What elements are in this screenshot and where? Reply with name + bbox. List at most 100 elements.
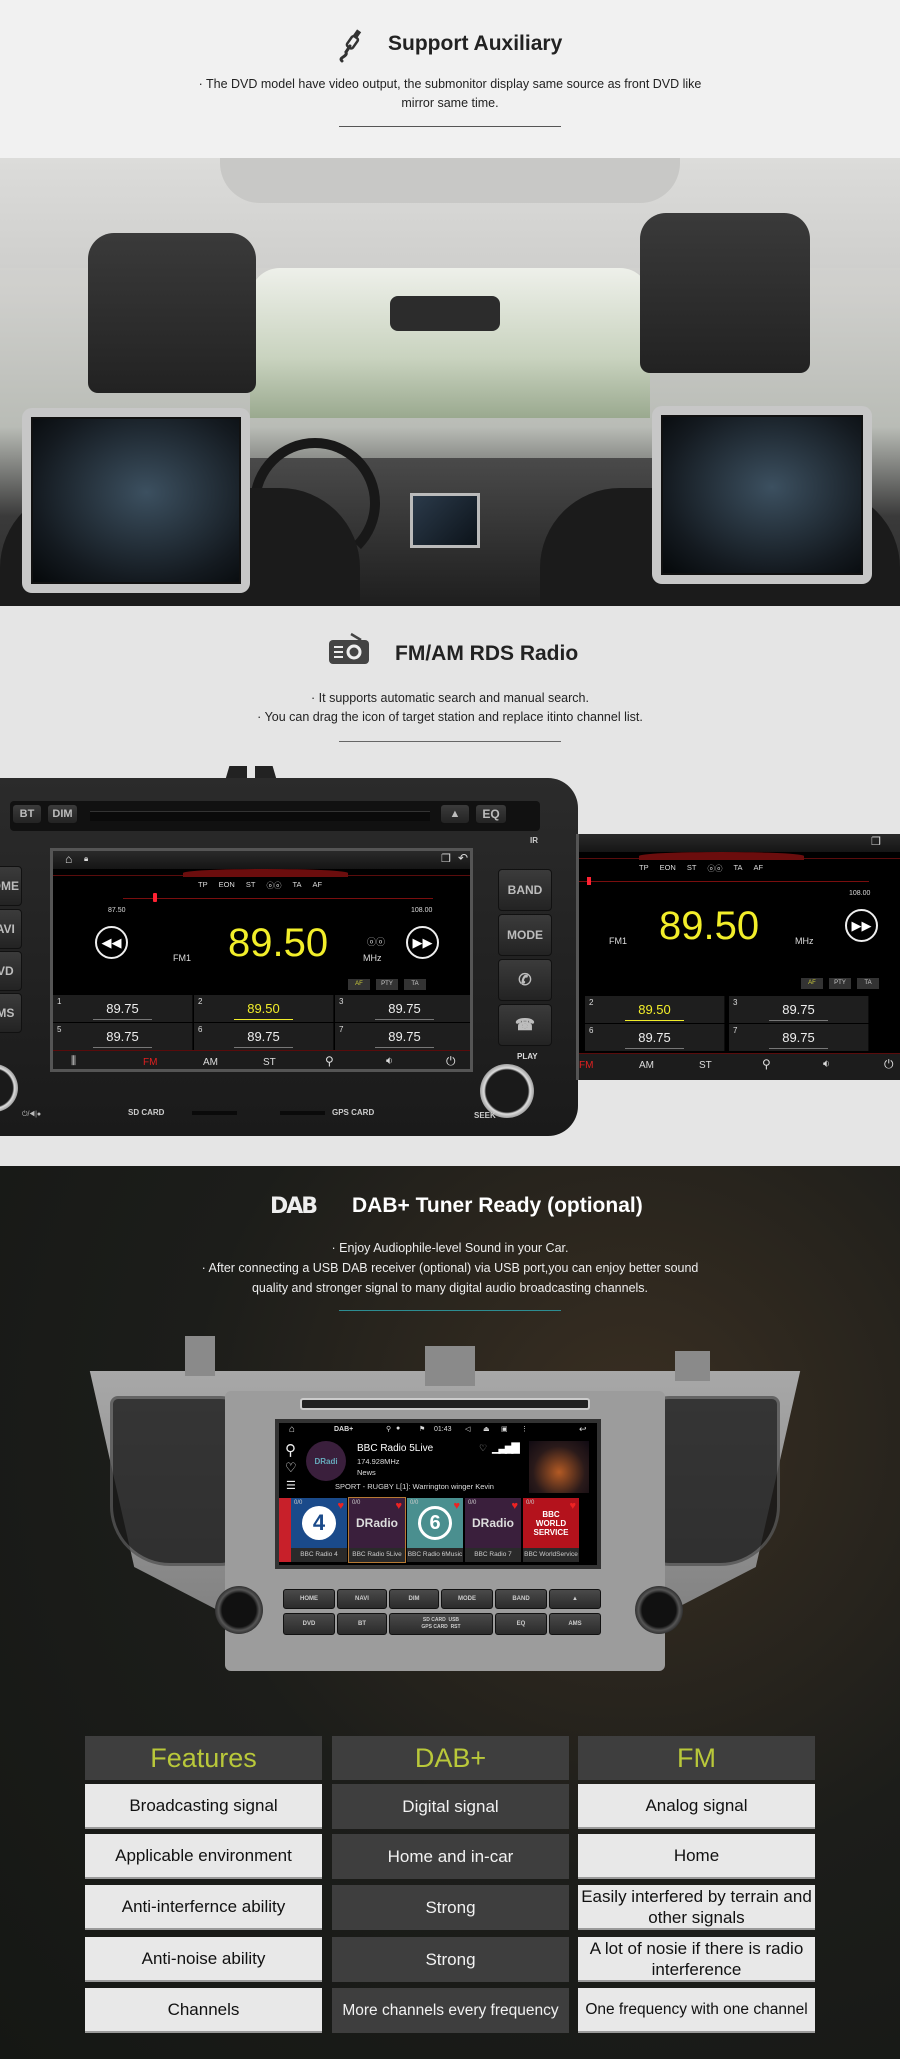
row5-fm: One frequency with one channel: [578, 1988, 815, 2033]
preset-freq: 89.75: [106, 1029, 139, 1044]
call-hangup-button[interactable]: ☎: [498, 1004, 552, 1046]
preset-7[interactable]: 7 89.75: [729, 1024, 869, 1051]
volume-icon[interactable]: 🔉︎: [823, 1058, 830, 1071]
row4-fm: A lot of nosie if there is radio interfe…: [578, 1937, 815, 1982]
power-icon[interactable]: ⏻: [446, 1054, 456, 1069]
radio-divider: [339, 741, 561, 742]
af-toggle[interactable]: AF: [348, 979, 370, 990]
am-tab[interactable]: AM: [639, 1060, 654, 1071]
header-features: Features: [85, 1736, 322, 1780]
st-tab[interactable]: ST: [699, 1060, 712, 1071]
eject-button[interactable]: ▲: [440, 804, 470, 824]
phone-answer-icon: ✆: [518, 972, 532, 989]
preset-5[interactable]: 5 89.75: [53, 1023, 193, 1050]
row5-dab: More channels every frequency: [332, 1988, 569, 2033]
seek-forward-button[interactable]: ▶▶: [406, 926, 439, 959]
row1-feature: Broadcasting signal: [85, 1784, 322, 1829]
rds-logo-icon: ⓞⓞ: [367, 937, 386, 947]
rds-flag-ta: TA: [292, 880, 302, 889]
preset-2[interactable]: 2 89.50: [585, 996, 725, 1023]
preset-3[interactable]: 3 89.75: [729, 996, 869, 1023]
header-dab: DAB+: [332, 1736, 569, 1780]
radio-desc-line1: · It supports automatic search and manua…: [311, 691, 589, 705]
ta-toggle[interactable]: TA: [404, 979, 426, 990]
windshield: [250, 268, 650, 418]
tuning-scale[interactable]: [123, 898, 433, 899]
volume-icon[interactable]: 🔉︎: [386, 1055, 393, 1068]
navi-hw-button[interactable]: NAVI: [0, 909, 22, 949]
mode-hw-button[interactable]: MODE: [498, 914, 552, 956]
preset-7[interactable]: 7 89.75: [335, 1023, 470, 1050]
preset-6[interactable]: 6 89.75: [194, 1023, 334, 1050]
seek-knob[interactable]: [480, 1064, 534, 1118]
radio-desc-line2: · You can drag the icon of target statio…: [257, 710, 643, 724]
back-icon[interactable]: ↶: [458, 851, 468, 865]
right-headrest-monitor: [652, 406, 872, 584]
call-answer-button[interactable]: ✆: [498, 959, 552, 1001]
aux-desc-line2: mirror same time.: [401, 96, 499, 110]
fast-forward-icon: ▶▶: [412, 934, 433, 950]
recent-apps-icon[interactable]: ❐: [441, 852, 451, 865]
car-interior-photo: [0, 158, 900, 606]
aux-cable-icon: [336, 28, 366, 64]
home-icon[interactable]: ⌂: [65, 852, 72, 866]
head-unit: BT DIM ▲ EQ IR HOME NAVI DVD AMS BAND MO…: [0, 766, 578, 1136]
lock-icon[interactable]: 🔒︎: [84, 854, 88, 864]
comparison-table: Features DAB+ FM Broadcasting signal Dig…: [0, 1166, 900, 2059]
equalizer-icon[interactable]: ⫼: [71, 1055, 76, 1068]
fm-tab[interactable]: FM: [579, 1060, 593, 1071]
search-icon[interactable]: ⚲: [762, 1057, 771, 1071]
preset-6[interactable]: 6 89.75: [585, 1024, 725, 1051]
power-mute-label: ⏻/◀|●: [22, 1111, 42, 1118]
bottom-toolbar: [53, 1050, 470, 1069]
aux-divider: [339, 126, 561, 127]
radio-section: FM/AM RDS Radio · It supports automatic …: [0, 606, 900, 1166]
row1-fm: Analog signal: [578, 1784, 815, 1829]
band-hw-button[interactable]: BAND: [498, 869, 552, 911]
recent-apps-icon[interactable]: ❐: [871, 835, 881, 848]
row1-dab: Digital signal: [332, 1784, 569, 1829]
seek-back-button[interactable]: ◀◀: [95, 926, 128, 959]
fm-tab[interactable]: FM: [143, 1057, 157, 1068]
rds-flag-stereo: ⓞⓞ: [266, 881, 282, 890]
row2-feature: Applicable environment: [85, 1834, 322, 1879]
dvd-slot: [90, 811, 430, 821]
seek-label: SEEK: [474, 1111, 496, 1120]
sd-card-label: SD CARD: [128, 1108, 165, 1117]
seek-forward-button[interactable]: ▶▶: [845, 909, 878, 942]
band-label: FM1: [173, 953, 191, 963]
aux-title: Support Auxiliary: [388, 32, 563, 55]
sd-card-slot: [192, 1111, 237, 1115]
preset-3[interactable]: 3 89.75: [335, 995, 470, 1022]
power-icon[interactable]: ⏻: [884, 1057, 894, 1072]
rds-flag-eon: EON: [218, 880, 235, 889]
frequency-display: 89.50: [659, 904, 760, 948]
play-label: PLAY: [517, 1052, 538, 1061]
rds-flags: TP EON ST ⓞⓞ TA AF: [639, 863, 764, 873]
right-headrest: [640, 213, 810, 373]
row2-fm: Home: [578, 1834, 815, 1879]
search-icon[interactable]: ⚲: [325, 1054, 334, 1068]
st-tab[interactable]: ST: [263, 1057, 276, 1068]
left-headrest: [88, 233, 256, 393]
pty-toggle[interactable]: PTY: [376, 979, 398, 990]
eq-button[interactable]: EQ: [475, 804, 507, 824]
ams-hw-button[interactable]: AMS: [0, 993, 22, 1033]
row3-dab: Strong: [332, 1885, 569, 1930]
dim-button[interactable]: DIM: [47, 804, 78, 824]
bt-button[interactable]: BT: [12, 804, 42, 824]
tuning-marker[interactable]: [153, 893, 158, 902]
row5-feature: Channels: [85, 1988, 322, 2033]
preset-1[interactable]: 1 89.75: [53, 995, 193, 1022]
phone-hangup-icon: ☎: [515, 1017, 535, 1034]
radio-screen: ⌂ 🔒︎ ❐ ↶ TP EON ST ⓞⓞ TA AF 87.50 108.00…: [50, 848, 473, 1072]
gps-card-label: GPS CARD: [332, 1108, 375, 1117]
dvd-hw-button[interactable]: DVD: [0, 951, 22, 991]
preset-freq: 89.75: [247, 1029, 280, 1044]
front-dvd-screen: [410, 493, 480, 548]
preset-2[interactable]: 2 89.50: [194, 995, 334, 1022]
rds-flags: TP EON ST ⓞⓞ TA AF: [198, 880, 322, 891]
am-tab[interactable]: AM: [203, 1057, 218, 1068]
home-hw-button[interactable]: HOME: [0, 866, 22, 906]
rds-flag-af: AF: [312, 880, 323, 889]
